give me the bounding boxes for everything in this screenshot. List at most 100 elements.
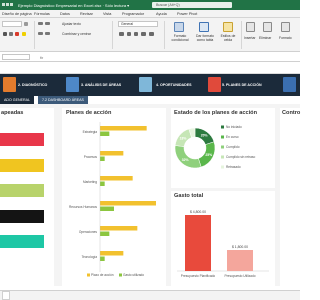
category-label: Recursos Humanos — [69, 205, 97, 209]
title-bar: Ejemplo Diagnóstico Empresarial en Excel… — [0, 0, 300, 10]
decrease-decimal-icon[interactable] — [149, 32, 154, 36]
value-label: $ 1,800.00 — [232, 245, 248, 249]
delete-button[interactable]: Eliminar — [259, 36, 271, 40]
ribbon-tabs: Diseño de página Fórmulas Datos Revisar … — [0, 10, 300, 18]
font-size-icon[interactable] — [24, 22, 28, 26]
format-icon[interactable] — [281, 22, 290, 32]
status-title: Estado de los planes de acción — [174, 110, 257, 116]
slice-label: 18% — [180, 136, 187, 140]
cell-styles-button[interactable]: Estilos de celda — [219, 34, 237, 43]
left-bar — [0, 210, 44, 223]
tab-help[interactable]: Ayuda — [156, 12, 167, 16]
bar-gasto — [100, 206, 114, 211]
status-bar — [0, 290, 300, 300]
bar-gasto — [100, 231, 110, 236]
legend-swatch — [221, 155, 224, 159]
action-plans-chart: Estrategia Procesos Marketing Recursos Huma… — [69, 122, 156, 277]
legend-label: Gasto utilizado — [123, 273, 144, 277]
legend-label: Cumplido — [226, 145, 240, 149]
percent-icon[interactable] — [127, 32, 131, 36]
dashboard-nav: 2. DIAGNÓSTICO 3. ANÁLISIS DE ÁREAS 4. O… — [0, 74, 300, 96]
increase-decimal-icon[interactable] — [141, 32, 146, 36]
quick-access-toolbar[interactable] — [2, 2, 14, 8]
window-title: Ejemplo Diagnóstico Empresarial en Excel… — [18, 3, 130, 8]
bar-gasto — [100, 256, 105, 261]
category-label: Operaciones — [79, 230, 97, 234]
control-panel: Contro — [280, 108, 300, 286]
left-bar — [0, 159, 44, 172]
format-button[interactable]: Formato — [279, 36, 292, 40]
spend-title: Gasto total — [174, 193, 204, 199]
left-panel: apeadas — [0, 108, 54, 286]
legend-swatch — [221, 135, 224, 139]
action-plans-icon — [208, 77, 221, 92]
format-table-icon[interactable] — [199, 22, 209, 32]
ribbon: Ajustar texto Combinar y centrar General… — [0, 18, 300, 52]
status-panel: Estado de los planes de acción 20% 25% 32%… — [171, 108, 275, 188]
align-center-icon[interactable] — [45, 32, 50, 35]
cell-styles-icon[interactable] — [223, 22, 233, 32]
left-bar — [0, 184, 44, 197]
delete-icon[interactable] — [263, 22, 272, 32]
tab-formulas[interactable]: Fórmulas — [34, 12, 50, 16]
tab-developer[interactable]: Programador — [122, 12, 144, 16]
align-left-icon[interactable] — [38, 32, 43, 35]
comma-style-icon[interactable] — [134, 32, 138, 36]
category-label: Marketing — [83, 180, 97, 184]
search-box[interactable]: Buscar (Alt+Q) — [152, 2, 232, 8]
number-format-dropdown[interactable]: General — [118, 21, 158, 27]
value-label: $ 4,800.00 — [190, 210, 206, 214]
align-top-icon[interactable] — [38, 22, 43, 25]
category-label: Presupuesto Utilizado — [224, 274, 255, 278]
tab-page-layout[interactable]: Diseño de página — [2, 12, 32, 16]
merge-center-button[interactable]: Combinar y centrar — [62, 32, 91, 36]
category-label: Presupuesto Planificado — [181, 274, 216, 278]
legend-label: Cumplido sin retraso — [226, 155, 255, 159]
tab-power-pivot[interactable]: Power Pivot — [177, 12, 197, 16]
currency-icon[interactable] — [119, 32, 124, 36]
left-bar — [0, 133, 44, 146]
category-label: Procesos — [84, 155, 98, 159]
fill-color-icon[interactable] — [22, 32, 26, 36]
legend-label: Plazo de acción — [91, 273, 114, 277]
fx-icon[interactable]: fx — [40, 55, 43, 60]
tab-areas-dashboard[interactable]: 7.2 DASHBOARD ÁREAS — [38, 96, 88, 104]
legend-label: No iniciado — [226, 125, 242, 129]
spend-panel: Gasto total $ 4,800.00 Presupuesto Planif… — [171, 191, 275, 286]
bar-plazo — [100, 151, 124, 156]
opportunities-icon — [139, 77, 152, 92]
bold-icon[interactable] — [3, 32, 7, 36]
insert-icon[interactable] — [246, 22, 255, 32]
font-color-icon[interactable] — [15, 32, 19, 36]
bar-plazo — [100, 126, 147, 131]
insert-button[interactable]: Insertar — [244, 36, 256, 40]
tab-general-dashboard[interactable]: ADO GENERAL — [0, 96, 34, 104]
action-plans-panel: Planes de acción Estrategia Procesos Marke… — [62, 108, 166, 286]
italic-icon[interactable] — [9, 32, 13, 36]
conditional-format-button[interactable]: Formato condicional — [168, 34, 192, 43]
tab-data[interactable]: Datos — [60, 12, 70, 16]
bar-gasto — [100, 156, 105, 161]
next-section-icon — [283, 77, 296, 92]
wrap-text-button[interactable]: Ajustar texto — [62, 22, 81, 26]
legend-swatch — [221, 145, 224, 149]
legend-swatch — [221, 125, 224, 129]
format-as-table-button[interactable]: Dar formato como tabla — [192, 34, 218, 43]
tab-review[interactable]: Revisar — [80, 12, 93, 16]
legend-swatch — [119, 273, 122, 277]
left-panel-title: apeadas — [1, 110, 24, 116]
tab-view[interactable]: Vista — [103, 12, 111, 16]
category-label: Tecnología — [82, 255, 98, 259]
status-donut-chart: 20% 25% 32% 18% No iniciado En curso Cumplido C… — [174, 125, 255, 169]
bar-gasto — [100, 131, 110, 136]
conditional-format-icon[interactable] — [174, 22, 184, 32]
area-analysis-icon — [66, 77, 79, 92]
category-label: Estrategia — [83, 130, 98, 134]
font-name-dropdown[interactable] — [2, 21, 22, 27]
formula-bar: fx — [0, 53, 300, 62]
name-box[interactable] — [2, 54, 30, 60]
sheet-tab-active[interactable] — [2, 291, 10, 300]
align-middle-icon[interactable] — [45, 22, 50, 25]
spend-bar — [227, 250, 253, 271]
column-headers — [0, 63, 300, 74]
